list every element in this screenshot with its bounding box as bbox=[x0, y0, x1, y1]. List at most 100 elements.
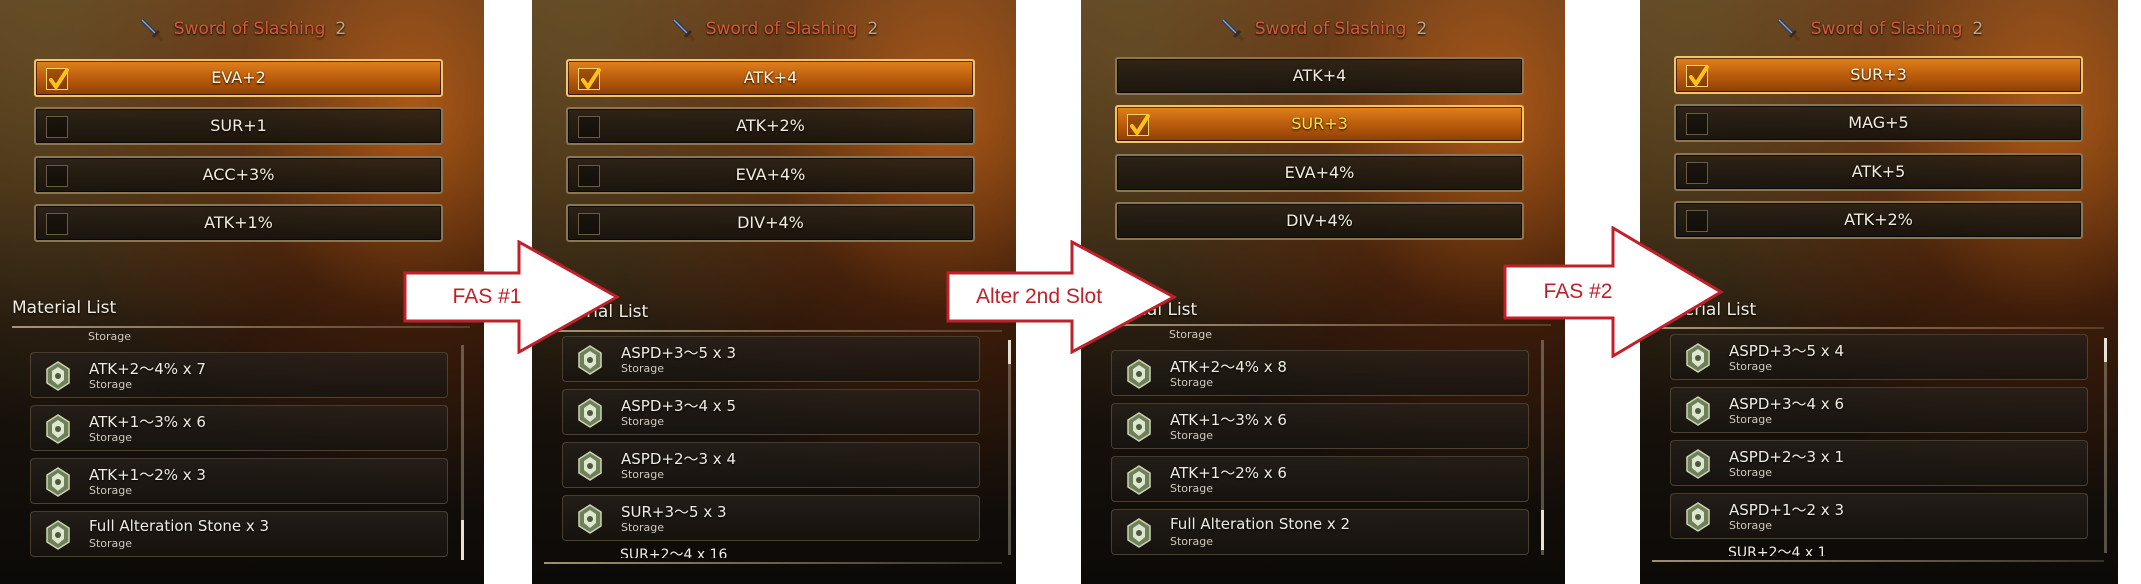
alteration-slot-2[interactable]: ATK+2% bbox=[566, 107, 975, 145]
alteration-slot-3[interactable]: ATK+5 bbox=[1674, 153, 2083, 191]
alteration-stone-icon bbox=[1127, 359, 1151, 389]
scrollbar[interactable] bbox=[1541, 340, 1544, 555]
material-item[interactable]: ATK+1～3% x 6 Storage bbox=[30, 405, 448, 451]
list-item-partial: SUR+2～4 x 1 bbox=[1670, 546, 2088, 556]
alteration-stone-icon bbox=[46, 520, 70, 550]
material-item[interactable]: Full Alteration Stone x 2 Storage bbox=[1111, 509, 1529, 555]
alteration-stone-icon bbox=[1686, 396, 1710, 426]
scroll-thumb[interactable] bbox=[2104, 338, 2107, 362]
material-name: ATK+1～2% x 3 bbox=[89, 466, 206, 484]
weapon-title: Sword of Slashing 2 bbox=[1640, 14, 2118, 44]
alteration-slot-4[interactable]: ATK+1% bbox=[34, 204, 443, 242]
slot-label: ATK+4 bbox=[1292, 66, 1347, 85]
alteration-slot-3[interactable]: EVA+4% bbox=[1115, 154, 1524, 192]
material-item[interactable]: ATK+2～4% x 7 Storage bbox=[30, 352, 448, 398]
slot-label: DIV+4% bbox=[1286, 211, 1353, 230]
material-storage: Storage bbox=[621, 362, 665, 375]
weapon-title: Sword of Slashing 2 bbox=[1081, 14, 1565, 44]
weapon-name: Sword of Slashing bbox=[1810, 19, 1963, 39]
divider bbox=[12, 326, 470, 328]
material-name: ASPD+2～3 x 4 bbox=[621, 450, 736, 468]
sword-icon bbox=[672, 18, 695, 42]
material-name: ATK+1～3% x 6 bbox=[1170, 411, 1287, 429]
material-item[interactable]: ASPD+3～5 x 4 Storage bbox=[1670, 334, 2088, 380]
material-name: SUR+2～4 x 16 bbox=[620, 548, 728, 558]
material-name: ASPD+2～3 x 1 bbox=[1729, 448, 1844, 466]
alteration-slot-4[interactable]: DIV+4% bbox=[566, 204, 975, 242]
material-name: Full Alteration Stone x 2 bbox=[1170, 515, 1351, 533]
alteration-slot-2[interactable]: SUR+3 bbox=[1115, 105, 1524, 143]
arrow-label-1: FAS #1 bbox=[452, 285, 522, 308]
alteration-slot-1[interactable]: ATK+4 bbox=[566, 59, 975, 97]
alteration-stone-icon bbox=[1686, 449, 1710, 479]
weapon-title: Sword of Slashing 2 bbox=[532, 14, 1016, 44]
material-item[interactable]: ATK+1～3% x 6 Storage bbox=[1111, 403, 1529, 449]
weapon-name: Sword of Slashing bbox=[705, 19, 858, 39]
material-item[interactable]: ATK+1～2% x 6 Storage bbox=[1111, 456, 1529, 502]
material-name: ATK+1～2% x 6 bbox=[1170, 464, 1287, 482]
slot-label: ATK+2% bbox=[1844, 210, 1913, 229]
weapon-name: Sword of Slashing bbox=[173, 19, 326, 39]
material-name: ASPD+3～5 x 3 bbox=[621, 344, 736, 362]
material-storage: Storage bbox=[89, 378, 133, 391]
alteration-slot-1[interactable]: SUR+3 bbox=[1674, 56, 2083, 94]
material-item[interactable]: ATK+2～4% x 8 Storage bbox=[1111, 350, 1529, 396]
arrow-label-3: FAS #2 bbox=[1543, 280, 1613, 303]
alteration-stone-icon bbox=[1127, 465, 1151, 495]
slot-label: ATK+2% bbox=[736, 116, 805, 135]
material-storage: Storage bbox=[88, 330, 132, 343]
material-storage: Storage bbox=[1170, 482, 1214, 495]
material-item[interactable]: ASPD+3～5 x 3 Storage bbox=[562, 336, 980, 382]
weapon-count: 2 bbox=[867, 19, 879, 39]
material-storage: Storage bbox=[89, 537, 133, 550]
list-item-partial: Storage bbox=[30, 330, 448, 344]
scroll-thumb[interactable] bbox=[1541, 510, 1544, 550]
divider bbox=[544, 562, 1002, 564]
scrollbar[interactable] bbox=[461, 345, 464, 560]
arrow-label-2: Alter 2nd Slot bbox=[975, 285, 1103, 308]
alteration-slot-1[interactable]: ATK+4 bbox=[1115, 57, 1524, 95]
alteration-slot-2[interactable]: SUR+1 bbox=[34, 107, 443, 145]
slot-label: DIV+4% bbox=[737, 213, 804, 232]
alteration-stone-icon bbox=[46, 467, 70, 497]
alteration-stone-icon bbox=[578, 451, 602, 481]
material-name: ASPD+3～4 x 6 bbox=[1729, 395, 1844, 413]
material-storage: Storage bbox=[1729, 519, 1773, 532]
slot-label: ACC+3% bbox=[202, 165, 275, 184]
slot-label: ATK+1% bbox=[204, 213, 273, 232]
alteration-slot-1[interactable]: EVA+2 bbox=[34, 59, 443, 97]
material-storage: Storage bbox=[621, 415, 665, 428]
material-storage: Storage bbox=[1729, 360, 1773, 373]
slot-label: SUR+1 bbox=[210, 116, 267, 135]
material-item[interactable]: ASPD+1～2 x 3 Storage bbox=[1670, 493, 2088, 539]
alteration-stone-icon bbox=[578, 398, 602, 428]
alteration-slot-4[interactable]: ATK+2% bbox=[1674, 201, 2083, 239]
list-item-partial: SUR+2～4 x 16 bbox=[562, 548, 980, 558]
weapon-title: Sword of Slashing 2 bbox=[0, 14, 484, 44]
slot-label: EVA+4% bbox=[735, 165, 806, 184]
alteration-stone-icon bbox=[46, 361, 70, 391]
sword-icon bbox=[1221, 18, 1244, 42]
scrollbar[interactable] bbox=[1008, 340, 1011, 555]
alteration-slot-3[interactable]: EVA+4% bbox=[566, 156, 975, 194]
material-item[interactable]: SUR+3～5 x 3 Storage bbox=[562, 495, 980, 541]
material-storage: Storage bbox=[621, 468, 665, 481]
alteration-slot-3[interactable]: ACC+3% bbox=[34, 156, 443, 194]
weapon-name: Sword of Slashing bbox=[1254, 19, 1407, 39]
material-item[interactable]: ASPD+2～3 x 4 Storage bbox=[562, 442, 980, 488]
weapon-count: 2 bbox=[1972, 19, 1984, 39]
scrollbar[interactable] bbox=[2104, 338, 2107, 553]
material-item[interactable]: ATK+1～2% x 3 Storage bbox=[30, 458, 448, 504]
material-storage: Storage bbox=[1729, 466, 1773, 479]
material-item[interactable]: ASPD+3～4 x 5 Storage bbox=[562, 389, 980, 435]
scroll-thumb[interactable] bbox=[461, 520, 464, 560]
material-name: SUR+2～4 x 1 bbox=[1728, 546, 1827, 556]
slot-label: EVA+2 bbox=[211, 68, 266, 87]
alteration-slot-4[interactable]: DIV+4% bbox=[1115, 202, 1524, 240]
material-item[interactable]: ASPD+3～4 x 6 Storage bbox=[1670, 387, 2088, 433]
material-item[interactable]: ASPD+2～3 x 1 Storage bbox=[1670, 440, 2088, 486]
material-item[interactable]: Full Alteration Stone x 3 Storage bbox=[30, 511, 448, 557]
weapon-count: 2 bbox=[1416, 19, 1428, 39]
alteration-slot-2[interactable]: MAG+5 bbox=[1674, 104, 2083, 142]
alteration-stone-icon bbox=[46, 414, 70, 444]
